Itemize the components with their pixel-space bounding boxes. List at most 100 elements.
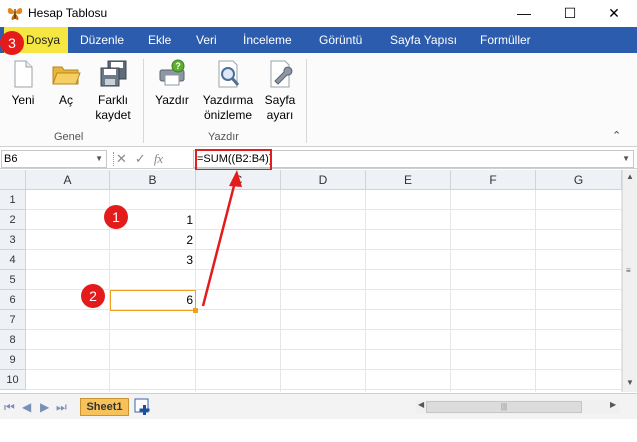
ribbon-tab-bar: Dosya Düzenle Ekle Veri İnceleme Görüntü… xyxy=(0,27,637,53)
insert-function-icon[interactable]: fx xyxy=(154,151,163,167)
row-header-10[interactable]: 10 xyxy=(0,370,26,390)
vertical-scrollbar[interactable]: ▲ ≡ ▼ xyxy=(622,170,637,392)
tab-ekle[interactable]: Ekle xyxy=(142,27,177,53)
page-setup-label-line2: ayarı xyxy=(266,108,294,122)
collapse-ribbon-icon[interactable]: ⌃ xyxy=(612,129,621,142)
row-header-2[interactable]: 2 xyxy=(0,210,26,230)
save-as-label-line2: kaydet xyxy=(95,108,131,122)
spreadsheet-grid[interactable]: A B C D E F G 1 2 3 4 5 6 7 8 9 10 1 2 3 6 xyxy=(0,170,622,392)
row-header-6[interactable]: 6 xyxy=(0,290,26,310)
row-header-7[interactable]: 7 xyxy=(0,310,26,330)
chevron-down-icon[interactable]: ▼ xyxy=(95,151,103,167)
row-header-3[interactable]: 3 xyxy=(0,230,26,250)
grid-row-line xyxy=(26,329,622,330)
column-header-f[interactable]: F xyxy=(451,170,536,190)
formula-bar: B6 ▼ ✕ ✓ fx =SUM((B2:B4)) ▼ xyxy=(0,149,637,169)
cell-b3[interactable]: 2 xyxy=(110,230,196,250)
grid-row-line xyxy=(26,389,622,390)
butterfly-app-icon xyxy=(7,8,23,20)
open-folder-icon xyxy=(52,66,81,85)
title-bar: Hesap Tablosu — ☐ ✕ xyxy=(0,0,637,26)
column-header-b[interactable]: B xyxy=(110,170,196,190)
accept-edit-icon[interactable]: ✓ xyxy=(135,151,146,167)
grid-column-line xyxy=(280,190,281,392)
fill-handle[interactable] xyxy=(193,308,198,313)
save-as-button[interactable]: Farklı kaydet xyxy=(92,59,134,123)
grid-row-line xyxy=(26,349,622,350)
annotation-badge-1: 1 xyxy=(104,205,128,229)
ribbon-group-separator xyxy=(306,59,307,143)
save-as-icon xyxy=(100,60,127,87)
save-as-label-line1: Farklı xyxy=(98,93,128,107)
status-strip xyxy=(0,419,637,442)
tab-duzenle[interactable]: Düzenle xyxy=(74,27,130,53)
new-document-icon xyxy=(14,60,33,88)
sheet-tab-bar: ⏮ ◀ ▶ ⏭ Sheet1 ◀ ||| ▶ xyxy=(0,393,637,419)
grid-column-line xyxy=(535,190,536,392)
group-label-yazdir: Yazdır xyxy=(208,131,239,143)
expand-formula-icon[interactable]: ▼ xyxy=(622,151,630,167)
tab-goruntu[interactable]: Görüntü xyxy=(313,27,368,53)
page-setup-icon xyxy=(270,60,293,88)
column-header-e[interactable]: E xyxy=(366,170,451,190)
row-header-9[interactable]: 9 xyxy=(0,350,26,370)
grid-column-line xyxy=(365,190,366,392)
page-setup-button[interactable]: Sayfa ayarı xyxy=(262,59,298,123)
select-all-corner[interactable] xyxy=(0,170,26,190)
new-button-label: Yeni xyxy=(11,93,35,107)
scroll-right-icon[interactable]: ▶ xyxy=(610,400,616,409)
tab-veri[interactable]: Veri xyxy=(190,27,223,53)
grid-column-line xyxy=(450,190,451,392)
group-label-genel: Genel xyxy=(54,131,84,143)
row-header-8[interactable]: 8 xyxy=(0,330,26,350)
svg-text:?: ? xyxy=(175,61,181,71)
print-preview-label-line2: önizleme xyxy=(203,108,253,122)
print-button-label: Yazdır xyxy=(155,93,189,107)
print-preview-button[interactable]: Yazdırma önizleme xyxy=(202,59,254,123)
maximize-button[interactable]: ☐ xyxy=(547,0,593,26)
row-header-1[interactable]: 1 xyxy=(0,190,26,210)
tab-sayfa-yapisi[interactable]: Sayfa Yapısı xyxy=(384,27,463,53)
next-sheet-icon[interactable]: ▶ xyxy=(40,400,49,414)
tab-inceleme[interactable]: İnceleme xyxy=(237,27,298,53)
new-button[interactable]: Yeni xyxy=(6,59,40,108)
scroll-grip-icon[interactable]: ≡ xyxy=(626,266,631,275)
close-button[interactable]: ✕ xyxy=(591,0,637,26)
add-sheet-icon[interactable] xyxy=(134,398,152,416)
row-header-5[interactable]: 5 xyxy=(0,270,26,290)
row-header-4[interactable]: 4 xyxy=(0,250,26,270)
printer-icon: ? xyxy=(159,59,185,86)
annotation-badge-3: 3 xyxy=(0,31,24,55)
sheet-tab[interactable]: Sheet1 xyxy=(80,398,129,416)
print-button[interactable]: ? Yazdır xyxy=(152,59,192,108)
scroll-up-icon[interactable]: ▲ xyxy=(626,172,634,181)
horizontal-scrollbar[interactable]: ◀ ||| ▶ xyxy=(416,400,620,414)
window-title: Hesap Tablosu xyxy=(28,6,108,20)
column-header-g[interactable]: G xyxy=(536,170,622,190)
formula-highlight-box xyxy=(195,149,272,171)
grid-row-line xyxy=(26,369,622,370)
last-sheet-icon[interactable]: ⏭ xyxy=(56,400,67,415)
column-header-c[interactable]: C xyxy=(196,170,281,190)
annotation-badge-2: 2 xyxy=(81,284,105,308)
scroll-thumb[interactable]: ||| xyxy=(426,401,582,413)
scroll-left-icon[interactable]: ◀ xyxy=(418,400,424,409)
scroll-down-icon[interactable]: ▼ xyxy=(626,378,634,387)
minimize-button[interactable]: — xyxy=(501,0,547,26)
column-header-d[interactable]: D xyxy=(281,170,366,190)
tab-formuller[interactable]: Formüller xyxy=(474,27,537,53)
grip-handle xyxy=(113,152,115,166)
cell-b4[interactable]: 3 xyxy=(110,250,196,270)
cancel-edit-icon[interactable]: ✕ xyxy=(116,151,127,167)
open-button[interactable]: Aç xyxy=(48,59,84,108)
column-header-a[interactable]: A xyxy=(26,170,110,190)
ribbon-panel: Yeni Aç Farklı kaydet ? Yazdır Yazdırma … xyxy=(0,53,637,147)
previous-sheet-icon[interactable]: ◀ xyxy=(22,400,31,414)
ribbon-group-separator xyxy=(143,59,144,143)
print-preview-label-line1: Yazdırma xyxy=(202,93,254,107)
cell-reference: B6 xyxy=(4,153,18,165)
first-sheet-icon[interactable]: ⏮ xyxy=(4,400,15,415)
name-box[interactable]: B6 ▼ xyxy=(1,150,107,168)
print-preview-icon xyxy=(218,60,240,88)
selected-cell-outline xyxy=(110,290,196,311)
